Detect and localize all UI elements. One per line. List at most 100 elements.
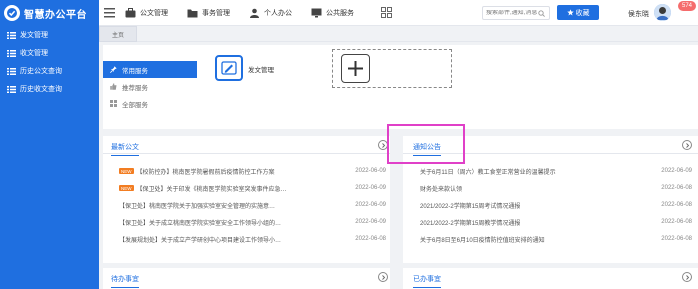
user-name[interactable]: 侯东晓 bbox=[628, 9, 649, 19]
doc-title[interactable]: 【保卫处】桃南医学院关于加强实验室安全管理的实施意… bbox=[119, 201, 275, 210]
list-icon bbox=[7, 31, 16, 39]
chevron-right-icon bbox=[685, 142, 689, 148]
latest-docs-panel: 最新公文 NEW 【校防控办】桃南医学院暑假前后疫情防控工作方案 2022-06… bbox=[103, 136, 390, 263]
app-grid-icon[interactable] bbox=[381, 7, 392, 18]
chevron-right-icon bbox=[685, 274, 689, 280]
favorite-button[interactable]: 收藏 bbox=[557, 5, 599, 20]
menu-toggle-icon[interactable] bbox=[104, 7, 115, 18]
list-item[interactable]: 关于6月11日（周六）教工食堂正常营业的温馨提示 2022-06-09 bbox=[403, 166, 698, 176]
notice-date: 2022-06-08 bbox=[661, 202, 692, 208]
list-item[interactable]: 【发展规划处】关于成立产学研创中心项目建设工作领导小… 2022-06-08 bbox=[103, 234, 390, 244]
list-item[interactable]: NEW 【保卫处】关于印发《桃南医学院实验室突发事件应急… 2022-06-09 bbox=[103, 183, 390, 193]
list-item[interactable]: 2021/2022-2学期第15周教学情况通报 2022-06-08 bbox=[403, 217, 698, 227]
notice-title[interactable]: 2021/2022-2学期第15周考试情况通报 bbox=[420, 201, 520, 210]
list-item[interactable]: 2021/2022-2学期第15周考试情况通报 2022-06-08 bbox=[403, 200, 698, 210]
doc-title[interactable]: 【校防控办】桃南医学院暑假前后疫情防控工作方案 bbox=[137, 167, 275, 176]
tab-bar: 主页 bbox=[99, 26, 698, 42]
nav-item-public-services[interactable]: 公共服务 bbox=[311, 8, 354, 18]
todo-panel: 待办事宜 bbox=[103, 268, 390, 289]
panel-title[interactable]: 最新公文 bbox=[111, 142, 139, 156]
nav-label: 个人办公 bbox=[264, 10, 292, 17]
logo-icon bbox=[4, 5, 20, 21]
monitor-icon bbox=[311, 8, 322, 18]
notice-date: 2022-06-09 bbox=[661, 168, 692, 174]
doc-date: 2022-06-09 bbox=[355, 219, 386, 225]
search-icon[interactable] bbox=[538, 9, 545, 17]
more-button[interactable] bbox=[378, 272, 388, 282]
sidebar-item-label: 历史公文查询 bbox=[20, 68, 62, 75]
sidebar-item-incoming-docs[interactable]: 收文管理 bbox=[0, 44, 99, 62]
services-tab-common[interactable]: 常用服务 bbox=[103, 61, 197, 78]
doc-title[interactable]: 【保卫处】关于印发《桃南医学院实验室突发事件应急… bbox=[137, 184, 287, 193]
panel-title[interactable]: 已办事宜 bbox=[413, 274, 441, 288]
doc-date: 2022-06-09 bbox=[355, 168, 386, 174]
nav-item-documents[interactable]: 公文管理 bbox=[125, 8, 168, 18]
sidebar-item-label: 收文管理 bbox=[20, 50, 48, 57]
add-service-button[interactable] bbox=[341, 54, 370, 83]
search-input[interactable] bbox=[486, 10, 538, 16]
services-tab-recommended[interactable]: 推荐服务 bbox=[103, 78, 197, 95]
doc-date: 2022-06-09 bbox=[355, 202, 386, 208]
list-item[interactable]: 【保卫处】关于成立桃南医学院实验室安全工作领导小组的… 2022-06-09 bbox=[103, 217, 390, 227]
brand[interactable]: 智慧办公平台 bbox=[0, 0, 99, 26]
panel-title[interactable]: 待办事宜 bbox=[111, 274, 139, 288]
services-menu: 常用服务 推荐服务 全部服务 bbox=[103, 61, 197, 112]
thumb-up-icon bbox=[110, 83, 117, 90]
services-tab-label: 推荐服务 bbox=[122, 84, 148, 92]
list-icon bbox=[7, 85, 16, 93]
notice-date: 2022-06-08 bbox=[661, 219, 692, 225]
top-nav: 公文管理 事务管理 个人办公 公共服务 bbox=[125, 0, 373, 26]
notification-badge[interactable]: 574 bbox=[678, 1, 696, 11]
new-badge: NEW bbox=[119, 185, 134, 191]
doc-title[interactable]: 【保卫处】关于成立桃南医学院实验室安全工作领导小组的… bbox=[119, 218, 281, 227]
doc-title[interactable]: 【发展规划处】关于成立产学研创中心项目建设工作领导小… bbox=[119, 235, 281, 244]
sidebar-item-history-incoming[interactable]: 历史收文查询 bbox=[0, 80, 99, 98]
services-tab-label: 全部服务 bbox=[122, 101, 148, 109]
doc-date: 2022-06-09 bbox=[355, 185, 386, 191]
service-card-outgoing-docs[interactable] bbox=[215, 55, 243, 81]
notice-title[interactable]: 财务处来款认领 bbox=[420, 184, 462, 193]
services-tab-label: 常用服务 bbox=[122, 67, 148, 75]
list-item[interactable]: NEW 【校防控办】桃南医学院暑假前后疫情防控工作方案 2022-06-09 bbox=[103, 166, 390, 176]
nav-label: 公共服务 bbox=[326, 10, 354, 17]
sidebar-item-history-docs[interactable]: 历史公文查询 bbox=[0, 62, 99, 80]
pin-icon bbox=[110, 66, 117, 73]
more-button[interactable] bbox=[682, 140, 692, 150]
star-icon bbox=[566, 9, 574, 16]
nav-item-affairs[interactable]: 事务管理 bbox=[187, 8, 230, 18]
app-title: 智慧办公平台 bbox=[24, 9, 87, 21]
notice-title[interactable]: 关于6月8日至6月10日疫情防控值班安排的通知 bbox=[420, 235, 545, 244]
nav-label: 事务管理 bbox=[202, 10, 230, 17]
done-panel: 已办事宜 bbox=[403, 268, 698, 289]
sidebar-item-outgoing-docs[interactable]: 发文管理 bbox=[0, 26, 99, 44]
top-header: 智慧办公平台 公文管理 事务管理 个人办公 公共服务 收藏 侯东晓 bbox=[0, 0, 698, 26]
notice-title[interactable]: 关于6月11日（周六）教工食堂正常营业的温馨提示 bbox=[420, 167, 556, 176]
notice-title[interactable]: 2021/2022-2学期第15周教学情况通报 bbox=[420, 218, 520, 227]
sidebar-item-label: 历史收文查询 bbox=[20, 86, 62, 93]
search-box[interactable] bbox=[482, 6, 550, 20]
panel-header: 已办事宜 bbox=[403, 268, 698, 288]
list-item[interactable]: 关于6月8日至6月10日疫情防控值班安排的通知 2022-06-08 bbox=[403, 234, 698, 244]
plus-icon bbox=[348, 61, 363, 76]
add-service-zone bbox=[332, 49, 452, 88]
nav-item-personal[interactable]: 个人办公 bbox=[249, 8, 292, 18]
panel-header: 待办事宜 bbox=[103, 268, 390, 288]
nav-label: 公文管理 bbox=[140, 10, 168, 17]
list-icon bbox=[7, 49, 16, 57]
folder-icon bbox=[187, 9, 198, 18]
sidebar: 发文管理 收文管理 历史公文查询 历史收文查询 bbox=[0, 26, 99, 289]
service-card-label[interactable]: 发文管理 bbox=[248, 64, 274, 74]
briefcase-icon bbox=[125, 8, 136, 18]
avatar[interactable] bbox=[654, 4, 671, 21]
sidebar-item-label: 发文管理 bbox=[20, 32, 48, 39]
services-tab-all[interactable]: 全部服务 bbox=[103, 95, 197, 112]
doc-date: 2022-06-08 bbox=[355, 236, 386, 242]
favorite-label: 收藏 bbox=[575, 9, 590, 17]
tab-home[interactable]: 主页 bbox=[99, 26, 137, 42]
more-button[interactable] bbox=[682, 272, 692, 282]
person-icon bbox=[250, 8, 259, 18]
list-item[interactable]: 【保卫处】桃南医学院关于加强实验室安全管理的实施意… 2022-06-09 bbox=[103, 200, 390, 210]
document-edit-icon bbox=[221, 61, 237, 75]
highlight-box bbox=[387, 124, 465, 164]
list-item[interactable]: 财务处来款认领 2022-06-08 bbox=[403, 183, 698, 193]
